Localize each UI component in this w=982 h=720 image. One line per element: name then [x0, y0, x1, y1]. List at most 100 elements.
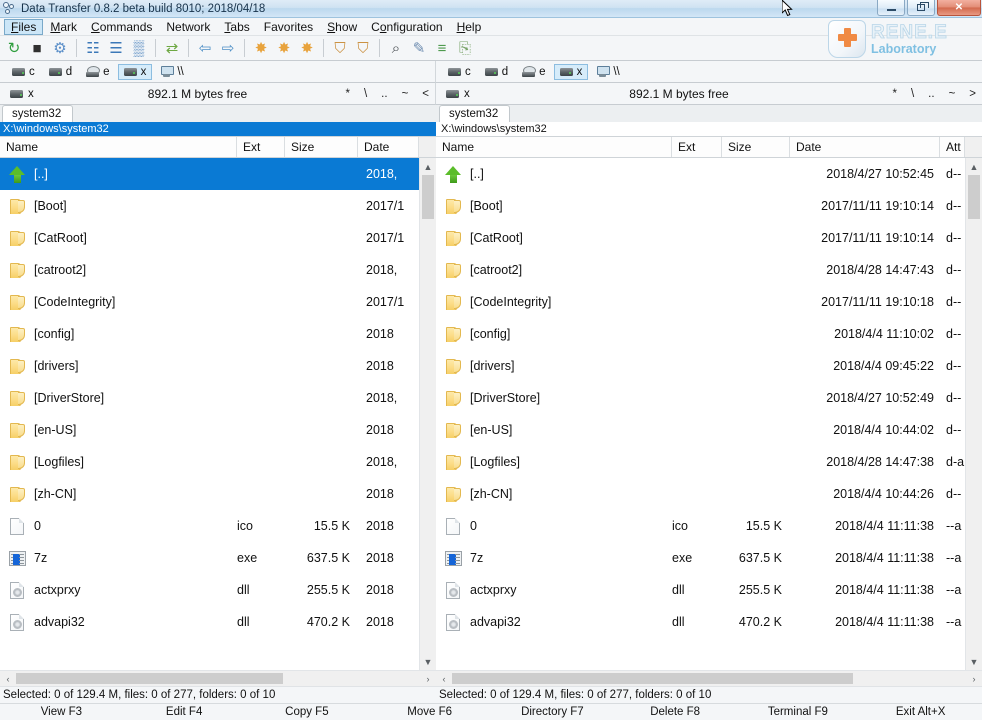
- tab-system32-left[interactable]: system32: [2, 105, 73, 122]
- menu-item-mark[interactable]: Mark: [43, 19, 84, 35]
- table-row[interactable]: actxprxydll255.5 K2018: [0, 574, 419, 606]
- column-header-date[interactable]: Date: [790, 137, 940, 157]
- scroll-down-arrow[interactable]: ▼: [420, 653, 436, 670]
- horizontal-scrollbar-right[interactable]: ‹ ›: [436, 670, 982, 686]
- table-row[interactable]: 0ico15.5 K2018: [0, 510, 419, 542]
- column-header-name[interactable]: Name: [0, 137, 237, 157]
- horizontal-scrollbar-left[interactable]: ‹ ›: [0, 670, 436, 686]
- function-key-terminal[interactable]: Terminal F9: [737, 704, 860, 720]
- menu-item-commands[interactable]: Commands: [84, 19, 159, 35]
- scroll-right-arrow[interactable]: ›: [420, 671, 436, 686]
- table-row[interactable]: [config]2018/4/4 11:10:02d--: [436, 318, 965, 350]
- hotmark[interactable]: ..: [928, 88, 934, 100]
- menu-item-configuration[interactable]: Configuration: [364, 19, 449, 35]
- h-scroll-track[interactable]: [452, 671, 966, 686]
- drive-button-netnet[interactable]: \\: [590, 64, 625, 80]
- drive-button-c[interactable]: c: [6, 64, 41, 80]
- table-row[interactable]: advapi32dll470.2 K2018: [0, 606, 419, 638]
- drive-button-c[interactable]: c: [442, 64, 477, 80]
- table-row[interactable]: advapi32dll470.2 K2018/4/4 11:11:38--a: [436, 606, 965, 638]
- column-header-size[interactable]: Size: [722, 137, 790, 157]
- hotmark[interactable]: *: [892, 88, 896, 100]
- table-row[interactable]: [..]2018,: [0, 158, 419, 190]
- pack-files-icon[interactable]: ⛉: [329, 37, 351, 59]
- menu-item-network[interactable]: Network: [159, 19, 217, 35]
- copy-left-icon[interactable]: ⇦: [194, 37, 216, 59]
- function-key-view[interactable]: View F3: [0, 704, 123, 720]
- column-header-ext[interactable]: Ext: [237, 137, 285, 157]
- drive-button-x[interactable]: x: [554, 64, 589, 80]
- directory-list-icon[interactable]: ≡: [431, 37, 453, 59]
- scroll-thumb[interactable]: [422, 175, 434, 219]
- menu-item-tabs[interactable]: Tabs: [217, 19, 256, 35]
- table-row[interactable]: 0ico15.5 K2018/4/4 11:11:38--a: [436, 510, 965, 542]
- hotmark[interactable]: \: [911, 88, 914, 100]
- hotmark[interactable]: *: [345, 88, 349, 100]
- remove-selection-icon[interactable]: ✸: [273, 37, 295, 59]
- scroll-track[interactable]: [420, 175, 436, 653]
- table-row[interactable]: [CodeIntegrity]2017/11/11 19:10:18d--: [436, 286, 965, 318]
- maximize-button[interactable]: [907, 0, 935, 16]
- h-scroll-track[interactable]: [16, 671, 420, 686]
- table-row[interactable]: [..]2018/4/27 10:52:45d--: [436, 158, 965, 190]
- minimize-button[interactable]: [877, 0, 905, 16]
- brief-view-icon[interactable]: ☷: [82, 37, 104, 59]
- add-selection-icon[interactable]: ✸: [250, 37, 272, 59]
- column-header-date[interactable]: Date: [358, 137, 419, 157]
- thumbnails-view-icon[interactable]: ▒: [128, 37, 150, 59]
- table-row[interactable]: [DriverStore]2018,: [0, 382, 419, 414]
- drive-button-e[interactable]: e: [516, 64, 551, 80]
- column-header-size[interactable]: Size: [285, 137, 358, 157]
- drive-button-x[interactable]: x: [118, 64, 153, 80]
- scroll-left-arrow[interactable]: ‹: [0, 671, 16, 686]
- hotmark[interactable]: >: [969, 88, 976, 100]
- close-button[interactable]: ✕: [937, 0, 981, 16]
- file-list-right[interactable]: [..]2018/4/27 10:52:45d--[Boot]2017/11/1…: [436, 158, 965, 670]
- vertical-scrollbar-left[interactable]: ▲ ▼: [419, 158, 436, 670]
- table-row[interactable]: [zh-CN]2018: [0, 478, 419, 510]
- table-row[interactable]: 7zexe637.5 K2018/4/4 11:11:38--a: [436, 542, 965, 574]
- table-row[interactable]: [catroot2]2018,: [0, 254, 419, 286]
- scroll-left-arrow[interactable]: ‹: [436, 671, 452, 686]
- function-key-edit[interactable]: Edit F4: [123, 704, 246, 720]
- drive-button-d[interactable]: d: [479, 64, 514, 80]
- scroll-down-arrow[interactable]: ▼: [966, 653, 982, 670]
- copy-right-icon[interactable]: ⇨: [217, 37, 239, 59]
- drive-button-d[interactable]: d: [43, 64, 78, 80]
- file-list-left[interactable]: [..]2018,[Boot]2017/1[CatRoot]2017/1[cat…: [0, 158, 419, 670]
- multi-rename-icon[interactable]: ✎: [408, 37, 430, 59]
- settings-icon[interactable]: ⚙: [49, 37, 71, 59]
- full-view-icon[interactable]: ☰: [105, 37, 127, 59]
- menu-item-files[interactable]: Files: [4, 19, 43, 35]
- menu-item-help[interactable]: Help: [450, 19, 489, 35]
- table-row[interactable]: [CatRoot]2017/1: [0, 222, 419, 254]
- function-key-exit[interactable]: Exit Alt+X: [859, 704, 982, 720]
- compare-icon[interactable]: ⇄: [161, 37, 183, 59]
- scroll-thumb[interactable]: [968, 175, 980, 219]
- vertical-scrollbar-right[interactable]: ▲ ▼: [965, 158, 982, 670]
- clipboard-icon[interactable]: ⎘: [454, 37, 476, 59]
- search-icon[interactable]: ⌕: [385, 37, 407, 59]
- edit-selection-icon[interactable]: ✸: [296, 37, 318, 59]
- table-row[interactable]: [Logfiles]2018,: [0, 446, 419, 478]
- drive-button-netnet[interactable]: \\: [154, 64, 189, 80]
- drive-button-e[interactable]: e: [80, 64, 115, 80]
- console-icon[interactable]: ■: [26, 37, 48, 59]
- path-bar-right[interactable]: X:\windows\system32: [436, 122, 982, 136]
- table-row[interactable]: [Logfiles]2018/4/28 14:47:38d-a: [436, 446, 965, 478]
- scroll-track[interactable]: [966, 175, 982, 653]
- scroll-up-arrow[interactable]: ▲: [966, 158, 982, 175]
- function-key-move[interactable]: Move F6: [368, 704, 491, 720]
- refresh-icon[interactable]: ↻: [3, 37, 25, 59]
- table-row[interactable]: actxprxydll255.5 K2018/4/4 11:11:38--a: [436, 574, 965, 606]
- path-bar-left[interactable]: X:\windows\system32: [0, 122, 436, 136]
- hotmark[interactable]: \: [364, 88, 367, 100]
- column-header-ext[interactable]: Ext: [672, 137, 722, 157]
- table-row[interactable]: [en-US]2018: [0, 414, 419, 446]
- table-row[interactable]: [Boot]2017/11/11 19:10:14d--: [436, 190, 965, 222]
- table-row[interactable]: [zh-CN]2018/4/4 10:44:26d--: [436, 478, 965, 510]
- hotmark[interactable]: ~: [949, 88, 956, 100]
- menu-item-favorites[interactable]: Favorites: [257, 19, 320, 35]
- table-row[interactable]: [drivers]2018: [0, 350, 419, 382]
- table-row[interactable]: [en-US]2018/4/4 10:44:02d--: [436, 414, 965, 446]
